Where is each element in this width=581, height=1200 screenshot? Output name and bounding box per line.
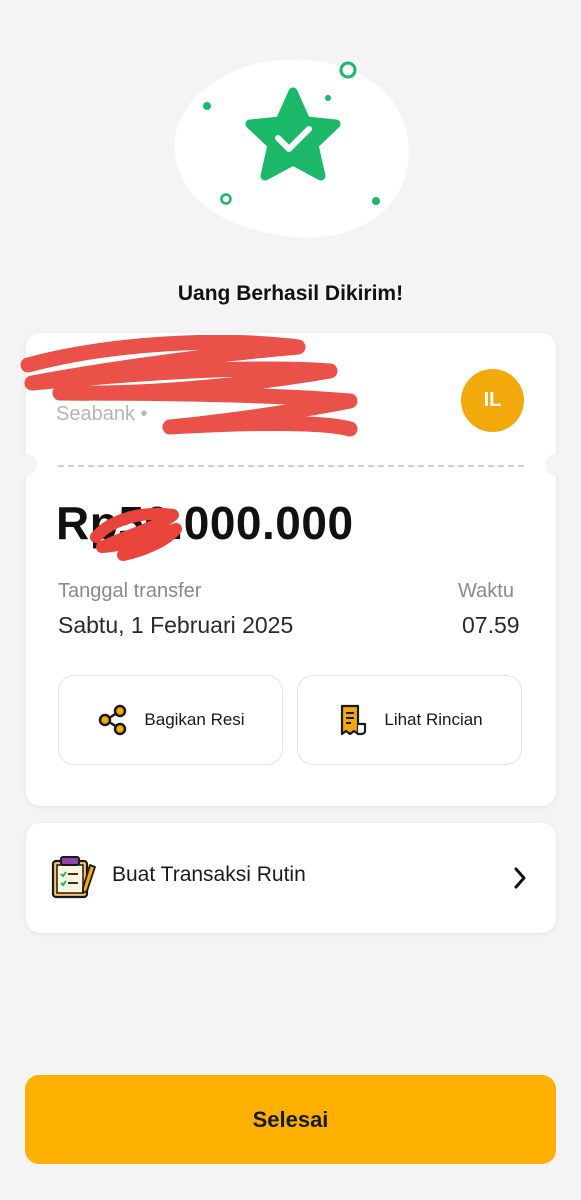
view-details-button[interactable]: Lihat Rincian <box>297 675 522 765</box>
decor-dot <box>203 102 211 110</box>
avatar: IL <box>461 369 524 432</box>
share-receipt-label: Bagikan Resi <box>144 710 245 729</box>
share-receipt-button[interactable]: Bagikan Resi <box>58 675 283 765</box>
receipt-icon <box>336 702 370 738</box>
time-value: 07.59 <box>462 612 520 638</box>
date-value: Sabtu, 1 Februari 2025 <box>58 612 294 638</box>
routine-transaction-label: Buat Transaksi Rutin <box>112 863 306 886</box>
decor-dot <box>325 95 331 101</box>
time-label: Waktu <box>458 580 514 602</box>
done-button[interactable]: Selesai <box>25 1075 556 1164</box>
redaction-mark <box>20 335 358 437</box>
decor-dot <box>372 197 380 205</box>
success-illustration <box>174 59 409 238</box>
card-notch <box>545 454 567 476</box>
card-notch <box>15 454 37 476</box>
dashed-divider <box>58 465 524 467</box>
view-details-label: Lihat Rincian <box>384 710 483 729</box>
redaction-mark <box>90 507 182 561</box>
share-icon <box>96 703 130 737</box>
page-title: Uang Berhasil Dikirim! <box>177 282 404 305</box>
clipboard-icon <box>50 855 98 904</box>
date-label: Tanggal transfer <box>58 580 202 602</box>
chevron-right-icon <box>512 866 528 895</box>
